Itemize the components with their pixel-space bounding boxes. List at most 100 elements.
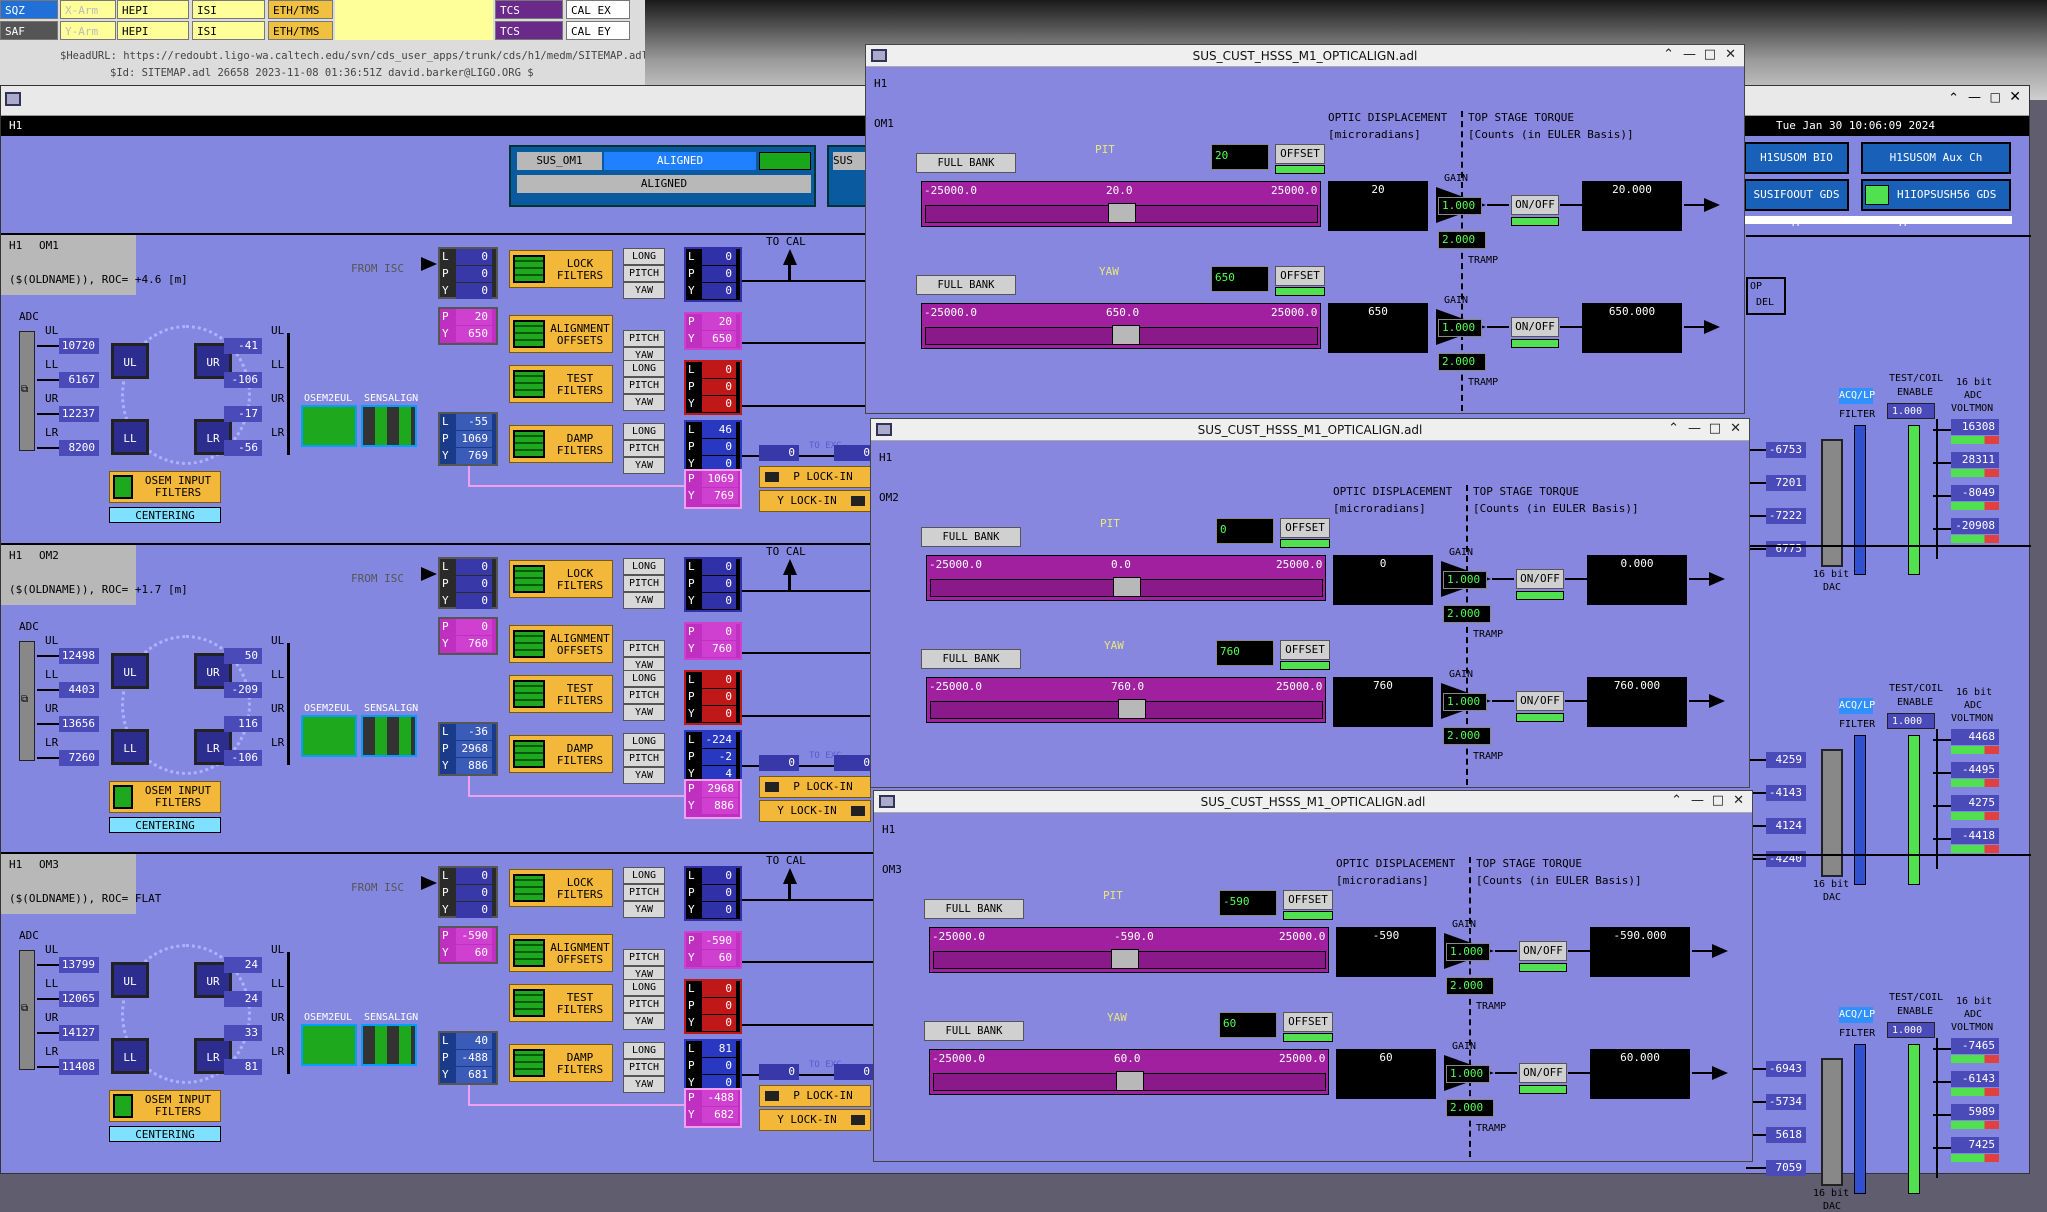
yaw-slider-thumb[interactable] xyxy=(1115,1071,1144,1091)
dof-pitch-button-1[interactable]: PITCH xyxy=(623,640,665,657)
yaw-full-bank-button[interactable]: FULL BANK xyxy=(921,649,1021,669)
adc-box[interactable]: ⧉ xyxy=(19,950,35,1070)
dof-pitch-button-3[interactable]: PITCH xyxy=(623,1059,665,1076)
pit-slider-thumb[interactable] xyxy=(1111,949,1140,969)
restore-icon[interactable]: — xyxy=(1683,47,1696,62)
pit-offset-button[interactable]: OFFSET xyxy=(1275,144,1325,164)
osem-ll-button[interactable]: LL xyxy=(111,1038,149,1074)
dof-long-button-0[interactable]: LONG xyxy=(623,558,665,575)
dof-yaw-button-3[interactable]: YAW xyxy=(623,457,665,474)
yaw-tramp-value[interactable]: 2.000 xyxy=(1443,727,1491,745)
restore-icon[interactable]: — xyxy=(1691,793,1704,808)
gds-tp-button[interactable]: SUSIFOOUT GDS TP xyxy=(1744,179,1849,229)
osem-ul-button[interactable]: UL xyxy=(111,343,149,379)
dac-box-2[interactable] xyxy=(1821,1058,1843,1186)
acq-lp-button-2[interactable]: ACQ/LP xyxy=(1839,1007,1875,1023)
dof-long-button-3[interactable]: LONG xyxy=(623,733,665,750)
dof-yaw-button-2[interactable]: YAW xyxy=(623,704,665,721)
yaw-tramp-value[interactable]: 2.000 xyxy=(1438,353,1486,371)
yaw-gain-value[interactable]: 1.000 xyxy=(1446,1065,1490,1083)
yaw-slider-thumb[interactable] xyxy=(1118,699,1147,719)
osem-ul-button[interactable]: UL xyxy=(111,653,149,689)
dac-box-1[interactable] xyxy=(1821,749,1843,877)
sitemap-btn-isi[interactable]: ISI xyxy=(192,0,265,19)
restore-icon[interactable]: — xyxy=(1688,421,1701,436)
dof-long-button-0[interactable]: LONG xyxy=(623,248,665,265)
minimize-icon[interactable]: ⌃ xyxy=(1948,91,1959,106)
dof-pitch-button-3[interactable]: PITCH xyxy=(623,440,665,457)
window-menu-icon[interactable] xyxy=(5,92,21,106)
dof-long-button-3[interactable]: LONG xyxy=(623,1042,665,1059)
test-enable-bar-0[interactable] xyxy=(1908,425,1920,575)
osem2eul-matrix[interactable] xyxy=(301,1024,357,1066)
yaw-full-bank-button[interactable]: FULL BANK xyxy=(924,1021,1024,1041)
dof-long-button-2[interactable]: LONG xyxy=(623,670,665,687)
yaw-offset-entry[interactable]: 60 xyxy=(1219,1012,1277,1038)
maximize-icon[interactable]: □ xyxy=(1704,47,1716,62)
dof-pitch-button-1[interactable]: PITCH xyxy=(623,949,665,966)
pit-full-bank-button[interactable]: FULL BANK xyxy=(921,527,1021,547)
dof-yaw-button-2[interactable]: YAW xyxy=(623,394,665,411)
dof-pitch-button-3[interactable]: PITCH xyxy=(623,750,665,767)
dof-yaw-button-2[interactable]: YAW xyxy=(623,1013,665,1030)
pit-offset-button[interactable]: OFFSET xyxy=(1283,890,1333,910)
adc-box[interactable]: ⧉ xyxy=(19,331,35,451)
pit-tramp-value[interactable]: 2.000 xyxy=(1438,231,1486,249)
sitemap-btn-xarm[interactable]: X-Arm xyxy=(60,0,116,19)
dof-pitch-button-1[interactable]: PITCH xyxy=(623,330,665,347)
close-icon[interactable]: ✕ xyxy=(1725,47,1736,62)
close-icon[interactable]: ✕ xyxy=(1730,421,1741,436)
dac-box-0[interactable] xyxy=(1821,439,1843,567)
window-menu-icon[interactable] xyxy=(879,795,895,808)
pit-full-bank-button[interactable]: FULL BANK xyxy=(924,899,1024,919)
pit-gain-value[interactable]: 1.000 xyxy=(1446,943,1490,961)
acq-lp-button-1[interactable]: ACQ/LP xyxy=(1839,698,1875,714)
centering-button[interactable]: CENTERING xyxy=(109,507,221,523)
dof-long-button-3[interactable]: LONG xyxy=(623,423,665,440)
dof-pitch-button-2[interactable]: PITCH xyxy=(623,996,665,1013)
yaw-gain-value[interactable]: 1.000 xyxy=(1438,319,1482,337)
yaw-full-bank-button[interactable]: FULL BANK xyxy=(916,275,1016,295)
yaw-slider-thumb[interactable] xyxy=(1112,325,1141,345)
dof-yaw-button-0[interactable]: YAW xyxy=(623,901,665,918)
pit-tramp-value[interactable]: 2.000 xyxy=(1446,977,1494,995)
adc-box[interactable]: ⧉ xyxy=(19,641,35,761)
pit-full-bank-button[interactable]: FULL BANK xyxy=(916,153,1016,173)
window-menu-icon[interactable] xyxy=(871,49,887,62)
yaw-onoff-button[interactable]: ON/OFF xyxy=(1519,1063,1567,1083)
sitemap-btn-saf-2[interactable]: SAF xyxy=(0,21,58,40)
dof-pitch-button-2[interactable]: PITCH xyxy=(623,687,665,704)
yaw-onoff-button[interactable]: ON/OFF xyxy=(1516,691,1564,711)
yaw-gain-value[interactable]: 1.000 xyxy=(1443,693,1487,711)
minimize-icon[interactable]: ⌃ xyxy=(1671,793,1682,808)
test-enable-bar-1[interactable] xyxy=(1908,735,1920,885)
restore-icon[interactable]: — xyxy=(1968,90,1981,105)
pit-onoff-button[interactable]: ON/OFF xyxy=(1519,941,1567,961)
minimize-icon[interactable]: ⌃ xyxy=(1663,47,1674,62)
yaw-tramp-value[interactable]: 2.000 xyxy=(1446,1099,1494,1117)
dof-pitch-button-0[interactable]: PITCH xyxy=(623,884,665,901)
coil-filter-bar-2[interactable] xyxy=(1854,1044,1866,1194)
yaw-offset-button[interactable]: OFFSET xyxy=(1280,640,1330,660)
dof-pitch-button-0[interactable]: PITCH xyxy=(623,265,665,282)
yaw-onoff-button[interactable]: ON/OFF xyxy=(1511,317,1559,337)
dof-yaw-button-0[interactable]: YAW xyxy=(623,282,665,299)
sitemap-btn-hepi-2[interactable]: HEPI xyxy=(117,21,189,40)
aux-channel-button[interactable]: H1SUSOM Aux Ch xyxy=(1861,142,2011,174)
pit-tramp-value[interactable]: 2.000 xyxy=(1443,605,1491,623)
pit-offset-entry[interactable]: 20 xyxy=(1211,144,1269,170)
guardian-request-menu[interactable]: ALIGNED xyxy=(517,175,811,193)
osem2eul-matrix[interactable] xyxy=(301,715,357,757)
bio-button[interactable]: H1SUSOM BIO xyxy=(1744,142,1849,174)
pit-gain-value[interactable]: 1.000 xyxy=(1438,197,1482,215)
sitemap-btn-hepi[interactable]: HEPI xyxy=(117,0,189,19)
yaw-offset-button[interactable]: OFFSET xyxy=(1283,1012,1333,1032)
maximize-icon[interactable]: □ xyxy=(1709,421,1721,436)
sitemap-btn-ethtms-2[interactable]: ETH/TMS xyxy=(268,21,333,40)
dof-long-button-0[interactable]: LONG xyxy=(623,867,665,884)
dof-yaw-button-3[interactable]: YAW xyxy=(623,1076,665,1093)
pit-onoff-button[interactable]: ON/OFF xyxy=(1516,569,1564,589)
dof-pitch-button-0[interactable]: PITCH xyxy=(623,575,665,592)
sitemap-btn-isi-2[interactable]: ISI xyxy=(192,21,265,40)
sitemap-btn-tcs-2[interactable]: TCS xyxy=(495,21,563,40)
